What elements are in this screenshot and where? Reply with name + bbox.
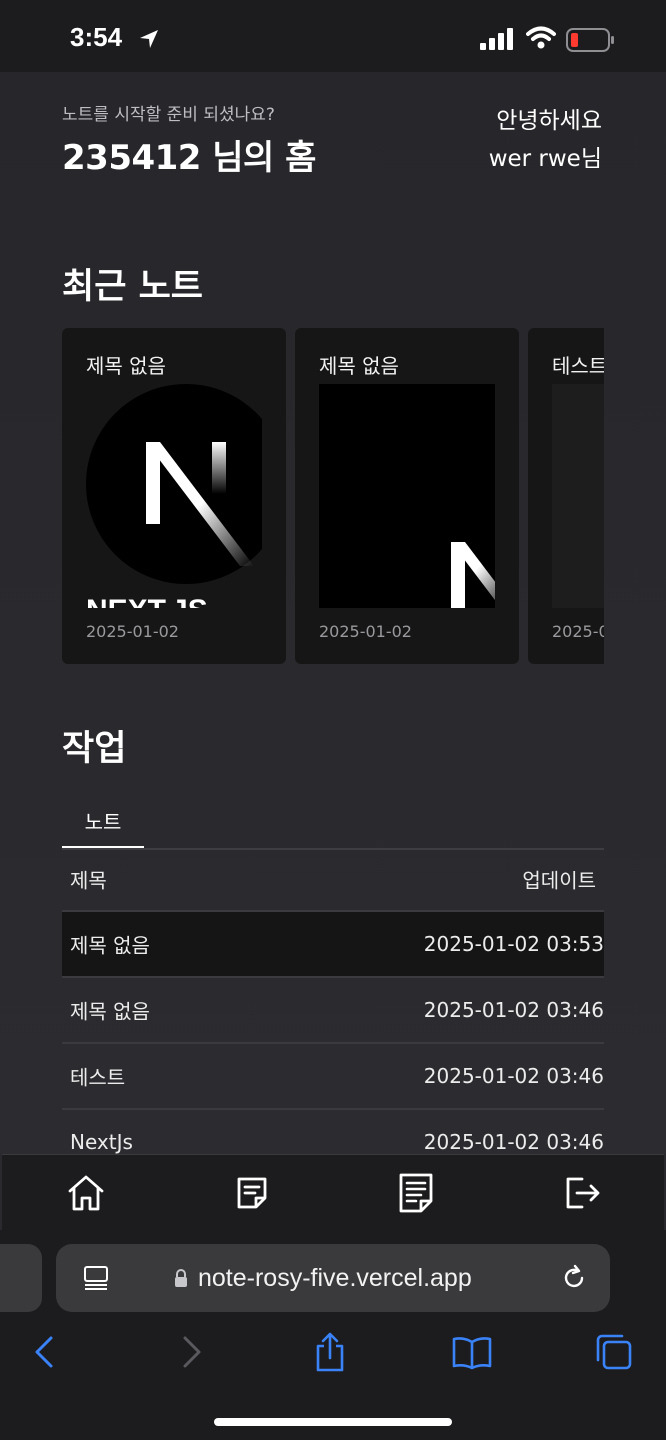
nextjs-logo-image [451, 542, 495, 608]
notes-list-icon[interactable] [394, 1171, 438, 1215]
battery-low-icon [566, 28, 614, 52]
recent-note-card[interactable]: 제목 없음 2025-01-02 [295, 328, 519, 664]
forward-icon[interactable] [170, 1332, 210, 1372]
url-text: note-rosy-five.vercel.app [198, 1264, 472, 1292]
address-bar[interactable]: note-rosy-five.vercel.app [56, 1244, 610, 1312]
card-title: 제목 없음 [319, 354, 399, 378]
tab-notes[interactable]: 노트 [62, 802, 144, 848]
wifi-icon [526, 26, 556, 49]
row-title: 제목 없음 [70, 933, 150, 958]
svg-text:NEXT.JS: NEXT.JS [86, 594, 208, 608]
row-title: NextJs [70, 1130, 133, 1154]
reader-mode-icon[interactable] [82, 1264, 110, 1292]
card-thumbnail: NEXT.JS [86, 384, 262, 608]
greeting-text: 노트를 시작할 준비 되셨나요? [62, 105, 275, 125]
card-title: 제목 없음 [86, 354, 166, 378]
table-header: 제목 업데이트 [62, 848, 604, 912]
work-section-title: 작업 [62, 729, 127, 769]
table-row[interactable]: 테스트 2025-01-02 03:46 [62, 1044, 604, 1110]
card-thumbnail [552, 384, 604, 608]
app-bottom-nav [2, 1154, 664, 1231]
status-bar: 3:54 [0, 0, 666, 72]
page-title: 235412 님의 홈 [62, 138, 316, 178]
home-icon[interactable] [64, 1171, 108, 1215]
card-date: 2025-01-02 [552, 622, 604, 641]
recent-note-card[interactable]: 테스트 2025-01-02 [528, 328, 604, 664]
row-updated: 2025-01-02 03:46 [423, 1130, 604, 1154]
card-date: 2025-01-02 [86, 622, 179, 641]
recent-note-card[interactable]: 제목 없음 NEXT.JS [62, 328, 286, 664]
nextjs-logo-image: NEXT.JS [86, 384, 262, 608]
logout-icon[interactable] [560, 1171, 604, 1215]
row-updated: 2025-01-02 03:53 [423, 932, 604, 956]
bookmarks-icon[interactable] [452, 1332, 492, 1372]
lock-icon [175, 1269, 187, 1287]
user-name: wer rwe님 [488, 146, 602, 172]
note-icon[interactable] [230, 1171, 274, 1215]
row-title: 테스트 [70, 1065, 126, 1090]
table-row[interactable]: NextJs 2025-01-02 03:46 [62, 1110, 604, 1154]
row-title: 제목 없음 [70, 999, 150, 1024]
notes-table: 제목 업데이트 제목 없음 2025-01-02 03:53 제목 없음 202… [62, 848, 604, 1154]
browser-chrome: note-rosy-five.vercel.app [0, 1230, 666, 1440]
reload-icon[interactable] [560, 1264, 588, 1292]
share-icon[interactable] [310, 1332, 350, 1372]
header-updated[interactable]: 업데이트 [522, 865, 596, 894]
location-arrow-icon [140, 30, 158, 48]
work-tabs: 노트 [62, 794, 604, 850]
card-date: 2025-01-02 [319, 622, 412, 641]
header-title[interactable]: 제목 [70, 865, 107, 894]
hello-text: 안녕하세요 [496, 108, 602, 134]
previous-tab-preview[interactable] [0, 1244, 42, 1312]
page-content: 노트를 시작할 준비 되셨나요? 235412 님의 홈 안녕하세요 wer r… [0, 72, 666, 1154]
recent-notes-title: 최근 노트 [62, 267, 203, 307]
card-thumbnail [319, 384, 495, 608]
row-updated: 2025-01-02 03:46 [423, 998, 604, 1022]
status-time: 3:54 [70, 22, 123, 52]
card-title: 테스트 [552, 354, 604, 378]
back-icon[interactable] [26, 1332, 66, 1372]
cellular-signal-icon [480, 28, 513, 50]
table-row[interactable]: 제목 없음 2025-01-02 03:46 [62, 978, 604, 1044]
recent-notes-carousel[interactable]: 제목 없음 NEXT.JS [62, 328, 604, 666]
row-updated: 2025-01-02 03:46 [423, 1064, 604, 1088]
user-greeting[interactable]: 안녕하세요 wer rwe님 [489, 102, 602, 178]
tabs-icon[interactable] [594, 1332, 634, 1372]
home-indicator [214, 1418, 452, 1426]
table-row[interactable]: 제목 없음 2025-01-02 03:53 [62, 912, 604, 978]
